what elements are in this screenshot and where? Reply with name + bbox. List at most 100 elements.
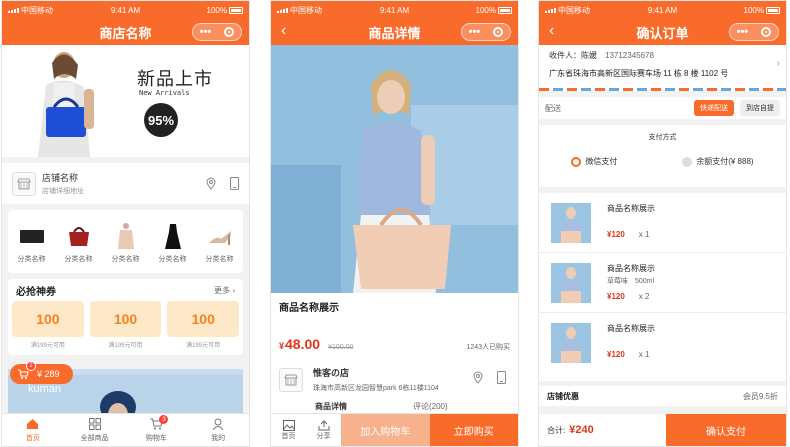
status-bar: 中国移动 9:41 AM 100% (2, 1, 249, 19)
more-link[interactable]: 更多 › (214, 285, 235, 296)
clutch-bag-image (19, 229, 44, 243)
tab-reviews[interactable]: 评论(200) (413, 401, 448, 413)
phone-icon[interactable] (230, 177, 239, 190)
category-item[interactable]: 分类名称 (104, 222, 148, 264)
checkout-bar: 合计: ¥240 确认支付 (539, 413, 786, 446)
radio-unselected-icon[interactable] (682, 156, 693, 167)
category-label: 分类名称 (64, 255, 93, 263)
more-dots-icon[interactable]: ••• (737, 26, 749, 38)
nav-bar: 商店名称 ••• (2, 19, 249, 45)
tab-label[interactable]: 全部商品 (81, 433, 109, 443)
black-dress-image (164, 223, 181, 249)
shop-name: 店铺名称 (42, 173, 79, 183)
category-label: 分类名称 (205, 255, 234, 263)
status-bar: 中国移动 9:41 AM 100% (271, 1, 518, 19)
location-icon[interactable] (206, 177, 216, 190)
mini-program-capsule[interactable]: ••• (192, 23, 242, 41)
coupon-card[interactable]: 100 满199元可用 (89, 301, 162, 349)
share-button[interactable]: 分享 (306, 414, 341, 446)
product-price: 48.00 (285, 336, 321, 352)
wechat-pay-option[interactable]: 微信支付 (571, 156, 617, 167)
banner[interactable]: 新品上市 New Arrivals 95% (2, 45, 249, 157)
home-button[interactable]: 首页 (271, 414, 306, 446)
payment-method: 支付方式 微信支付 余额支付(¥ 888) (539, 125, 786, 187)
store-info[interactable]: 惟客の店 珠海市高新区龙园智慧park 6栋11楼1104 (279, 366, 510, 393)
battery-text: 100% (743, 5, 764, 15)
radio-selected-icon[interactable] (571, 156, 582, 167)
more-dots-icon[interactable]: ••• (200, 26, 212, 38)
grid-icon[interactable] (88, 418, 101, 430)
battery-text: 100% (475, 5, 496, 15)
category-item[interactable]: 分类名称 (57, 222, 101, 264)
tab-label[interactable]: 首页 (26, 433, 40, 443)
confirm-pay-button[interactable]: 确认支付 (666, 414, 786, 446)
coupon-card[interactable]: 100 满199元可用 (12, 301, 84, 349)
balance-pay-option[interactable]: 余额支付(¥ 888) (682, 156, 754, 167)
shop-info[interactable]: 店铺名称 店铺详细地址 (2, 163, 249, 204)
home-icon[interactable] (26, 418, 39, 430)
signal-icon (8, 7, 19, 13)
nav-bar: ‹ 商品详情 ••• (271, 19, 518, 45)
delivery-row: 配送 快递配送 到店自提 (539, 97, 786, 119)
battery-icon (766, 6, 780, 14)
carrier-text: 中国移动 (21, 5, 53, 15)
add-to-cart-button[interactable]: 加入购物车 (341, 414, 430, 446)
item-spec: 草莓味 500ml (607, 278, 655, 285)
battery-text: 100% (206, 5, 227, 15)
page-title: 确认订单 (636, 25, 689, 41)
coupon-condition: 满199元可用 (186, 343, 221, 349)
user-icon[interactable] (212, 418, 224, 430)
signal-icon (545, 7, 556, 13)
tab-label[interactable]: 我的 (211, 433, 225, 443)
cart-icon[interactable] (18, 369, 29, 379)
close-ring-icon[interactable] (224, 27, 235, 37)
category-item[interactable]: 分类名称 (10, 222, 54, 264)
chevron-right-icon[interactable]: › (232, 286, 235, 295)
order-item: 商品名称展示 草莓味 500ml ¥120 x 2 (539, 253, 786, 313)
store-pickup-option[interactable]: 到店自提 (740, 100, 780, 116)
floating-cart-button[interactable]: 2 ¥ 289 (10, 361, 73, 384)
location-icon[interactable] (473, 371, 483, 384)
image-home-icon[interactable] (282, 419, 295, 431)
item-name: 商品名称展示 (607, 264, 655, 273)
tab-product-detail[interactable]: 商品详情 (315, 401, 347, 413)
tab-home[interactable]: 首页 (8, 417, 58, 443)
shop-icon (12, 171, 36, 196)
shipping-address[interactable]: 收件人：陈媛 13712345678 广东省珠海市高新区国际赛车场 11 栋 8 … (539, 45, 786, 88)
share-icon[interactable] (318, 419, 330, 431)
buy-now-button[interactable]: 立即购买 (429, 414, 518, 446)
product-info: 商品名称展示 ¥48.00 ¥100.00 1243人已购买 惟客の店 珠海市高… (271, 293, 518, 403)
mini-program-capsule[interactable]: ••• (729, 23, 779, 41)
order-items: 商品名称展示 ¥120 x 1 商品名称展示 草莓味 500ml ¥120 x 2 … (539, 193, 786, 381)
mini-program-capsule[interactable]: ••• (461, 23, 511, 41)
page-title: 商店名称 (99, 25, 152, 41)
back-icon[interactable]: ‹ (281, 22, 286, 40)
coupon-card[interactable]: 100 满199元可用 (167, 301, 240, 349)
express-delivery-option[interactable]: 快递配送 (694, 100, 734, 116)
item-price: ¥120 (607, 230, 625, 239)
close-ring-icon[interactable] (761, 27, 772, 37)
more-dots-icon[interactable]: ••• (469, 26, 481, 38)
tab-cart[interactable]: 3 购物车 (131, 415, 181, 443)
item-name: 商品名称展示 (607, 324, 655, 333)
phone-icon[interactable] (497, 371, 506, 384)
total-label: 合计: (547, 425, 566, 435)
category-item[interactable]: 分类名称 (198, 222, 242, 264)
store-address: 珠海市高新区龙园智慧park 6栋11楼1104 (313, 385, 439, 392)
battery-icon (498, 6, 512, 14)
order-item: 商品名称展示 ¥120 x 1 (539, 193, 786, 253)
back-icon[interactable]: ‹ (549, 22, 554, 40)
tab-label[interactable]: 购物车 (146, 433, 167, 443)
tab-profile[interactable]: 我的 (193, 417, 243, 443)
category-item[interactable]: 分类名称 (151, 222, 195, 264)
coupon-amount: 100 (167, 301, 240, 337)
store-discount-row[interactable]: 店铺优惠 会员9.5折 (539, 386, 786, 406)
address-divider-stripe (539, 88, 786, 91)
chevron-right-icon[interactable]: › (777, 58, 780, 69)
tab-all-products[interactable]: 全部商品 (70, 417, 120, 443)
address-line: 广东省珠海市高新区国际赛车场 11 栋 8 楼 1102 号 (549, 69, 729, 78)
close-ring-icon[interactable] (493, 27, 504, 37)
category-label: 分类名称 (17, 255, 46, 263)
nav-bar: ‹ 确认订单 ••• (539, 19, 786, 45)
product-thumbnail (551, 263, 591, 303)
